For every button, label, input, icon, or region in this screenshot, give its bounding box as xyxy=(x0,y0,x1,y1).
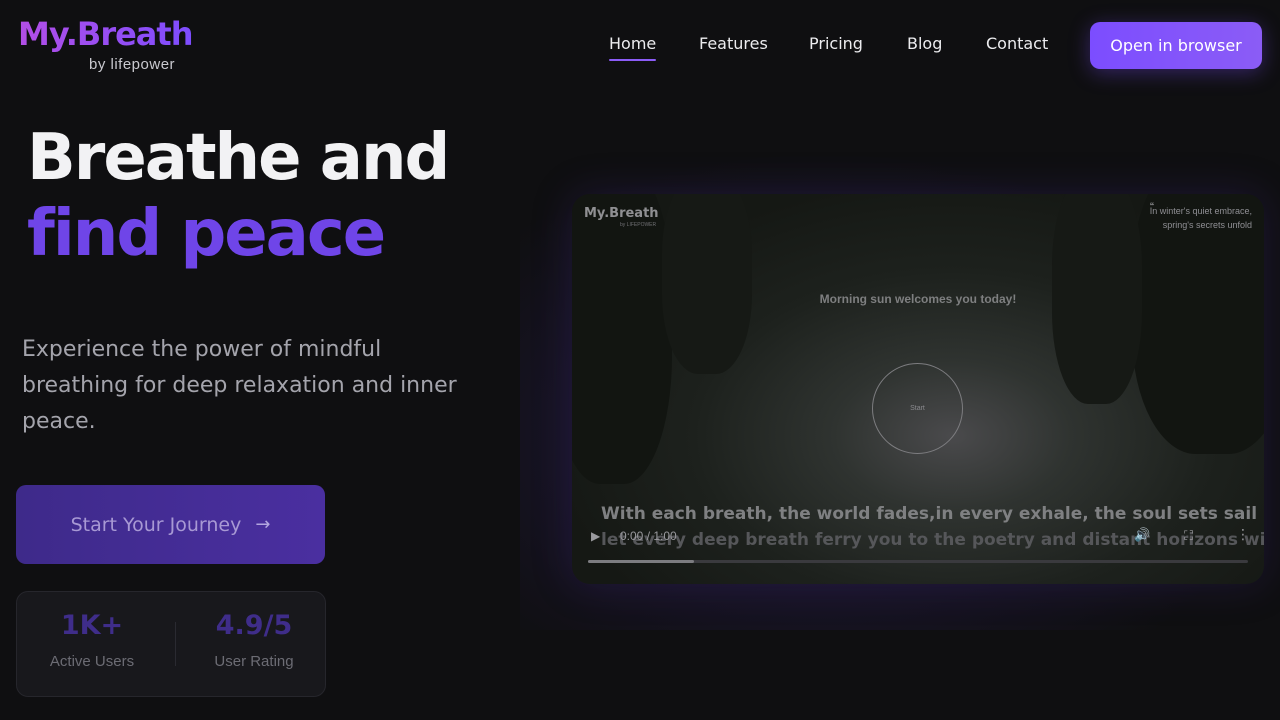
brand-name: My.Breath xyxy=(18,14,198,54)
scenery-tree xyxy=(572,194,672,484)
nav-item-blog[interactable]: Blog xyxy=(907,34,942,53)
stat-value: 4.9/5 xyxy=(215,610,293,641)
nav-item-pricing[interactable]: Pricing xyxy=(809,34,863,53)
video-player[interactable]: My.Breath by LIFEPOWER “ In winter's qui… xyxy=(572,194,1264,584)
video-progress-fill xyxy=(588,560,694,563)
video-caption-line1: With each breath, the world fades,in eve… xyxy=(601,504,1258,524)
brand-logo[interactable]: My.Breath by lifepower xyxy=(18,14,198,73)
more-options-icon[interactable]: ⋮ xyxy=(1236,526,1250,543)
open-in-browser-button[interactable]: Open in browser xyxy=(1090,22,1262,69)
breath-start-label: Start xyxy=(910,405,925,412)
stat-active-users: 1K+ Active Users xyxy=(17,610,167,670)
nav-item-contact[interactable]: Contact xyxy=(986,34,1048,53)
video-time: 0:00 / 1:00 xyxy=(620,529,677,543)
scenery-tree xyxy=(662,194,752,374)
video-greeting: Morning sun welcomes you today! xyxy=(819,292,1017,306)
video-caption-line2: let every deep breath ferry you to the p… xyxy=(601,530,1264,550)
start-journey-button[interactable]: Start Your Journey → xyxy=(16,485,325,564)
stats-card: 1K+ Active Users 4.9/5 User Rating xyxy=(16,591,326,697)
brand-tagline: by lifepower xyxy=(89,56,176,73)
hero-title: Breathe and find peace xyxy=(27,120,450,272)
video-logo: My.Breath xyxy=(584,206,659,221)
nav-item-features[interactable]: Features xyxy=(699,34,768,53)
play-icon[interactable]: ▶ xyxy=(591,529,600,543)
quote-line2: spring's secrets unfold xyxy=(1162,220,1252,230)
stats-divider xyxy=(175,622,176,666)
nav-item-home[interactable]: Home xyxy=(609,34,657,61)
breath-start-button[interactable]: Start xyxy=(872,363,963,454)
video-logo-sub: by LIFEPOWER xyxy=(620,222,657,228)
quote-line1: In winter's quiet embrace, xyxy=(1149,206,1252,216)
stat-label: User Rating xyxy=(214,653,294,670)
stat-value: 1K+ xyxy=(60,610,124,641)
hero-title-line1: Breathe and xyxy=(27,121,450,195)
fullscreen-icon[interactable]: ⛶ xyxy=(1184,528,1193,544)
stat-user-rating: 4.9/5 User Rating xyxy=(179,610,329,670)
start-journey-label: Start Your Journey xyxy=(70,513,242,536)
stat-label: Active Users xyxy=(49,653,135,670)
video-quote: In winter's quiet embrace, spring's secr… xyxy=(1092,204,1252,232)
hero-title-line2: find peace xyxy=(27,197,386,271)
volume-icon[interactable]: 🔊 xyxy=(1134,527,1150,543)
scenery-tree xyxy=(1132,194,1264,454)
video-progress-bar[interactable] xyxy=(588,560,1248,563)
hero-description: Experience the power of mindful breathin… xyxy=(22,337,457,434)
arrow-right-icon: → xyxy=(255,514,271,535)
